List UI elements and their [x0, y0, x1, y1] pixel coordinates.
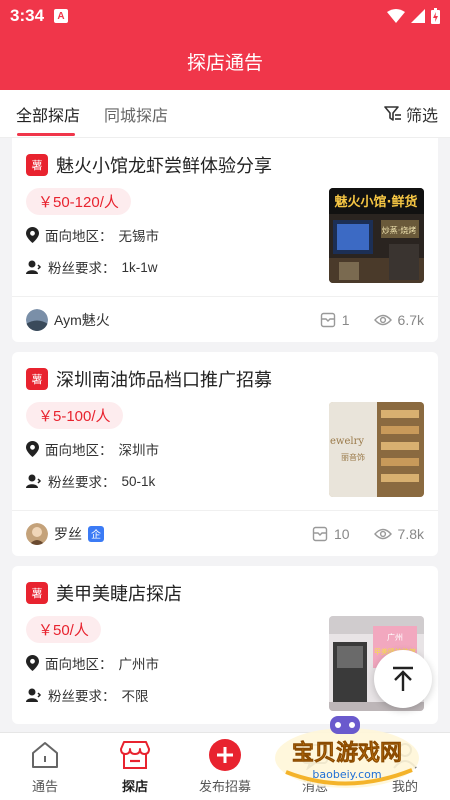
region-value: 无锡市	[118, 229, 160, 244]
platform-tag: 薯	[26, 582, 48, 604]
region-value: 广州市	[118, 657, 160, 672]
tab-all-shops[interactable]: 全部探店	[0, 90, 92, 138]
eye-icon	[373, 528, 392, 539]
verified-badge: 企	[88, 525, 104, 542]
fans-value: 50-1k	[121, 473, 156, 489]
user-name: 罗丝	[54, 525, 82, 542]
view-count: 7.8k	[397, 525, 424, 542]
user-name: Aym魅火	[54, 311, 110, 328]
nav-label: 发布招募	[198, 779, 251, 794]
nav-item-publish[interactable]: 发布招募	[180, 733, 270, 800]
status-time: 3:34	[10, 6, 45, 25]
nav-item-shops[interactable]: 探店	[90, 733, 180, 800]
filter-label: 筛选	[405, 107, 438, 125]
thumb-sign-text: ewelry	[330, 436, 364, 447]
nav-label: 通告	[31, 779, 58, 794]
wifi-icon	[387, 9, 405, 23]
region-label: 面向地区：	[45, 229, 113, 244]
app-bar: 探店通告	[0, 32, 450, 90]
card-title: 美甲美睫店探店	[56, 584, 182, 604]
price-badge: ￥5-100/人	[26, 402, 123, 429]
fans-label: 粉丝要求：	[48, 689, 116, 704]
card-title: 深圳南油饰品档口推广招募	[56, 370, 272, 390]
arrow-up-icon	[393, 666, 413, 691]
apply-icon	[312, 526, 328, 541]
region-value: 深圳市	[118, 443, 160, 458]
tab-label: 同城探店	[104, 107, 169, 125]
location-pin-icon	[26, 655, 39, 671]
avatar	[26, 522, 48, 545]
shop-card[interactable]: 薯 美甲美睫店探店 ￥50/人 面向地区： 广州市 粉丝要求： 不限 广州	[12, 566, 438, 724]
region-label: 面向地区：	[45, 657, 113, 672]
page-title: 探店通告	[186, 52, 263, 74]
filter-icon	[384, 105, 401, 121]
price-badge: ￥50-120/人	[26, 188, 131, 215]
signal-icon	[411, 9, 425, 23]
back-to-top-button[interactable]	[374, 650, 432, 708]
shop-thumbnail[interactable]: 魅火小馆·鲜货 炒蒸·烧烤	[329, 188, 424, 283]
card-title: 魅火小馆龙虾尝鲜体验分享	[56, 156, 272, 176]
fans-icon	[26, 260, 42, 274]
view-count: 6.7k	[397, 311, 424, 328]
fans-value: 1k-1w	[121, 259, 158, 275]
location-pin-icon	[26, 227, 39, 243]
battery-icon	[431, 8, 440, 24]
filter-button[interactable]: 筛选	[384, 102, 438, 126]
tab-label: 全部探店	[16, 107, 81, 125]
apply-icon	[320, 312, 335, 327]
shop-card[interactable]: 薯 深圳南油饰品档口推广招募 ￥5-100/人 面向地区： 深圳市 粉丝要求： …	[12, 352, 438, 556]
watermark-url: baobeiy.com	[312, 768, 381, 781]
fans-value: 不限	[121, 689, 149, 704]
apply-count: 1	[341, 311, 350, 328]
apply-count: 10	[333, 525, 350, 542]
location-pin-icon	[26, 441, 39, 457]
platform-tag: 薯	[26, 368, 48, 390]
eye-icon	[373, 314, 392, 325]
fans-label: 粉丝要求：	[48, 475, 116, 490]
status-bar: 3:34 A	[0, 0, 450, 32]
notification-icon: A	[54, 9, 69, 23]
thumb-sub-text: 丽音饰	[341, 452, 365, 462]
watermark-title: 宝贝游戏网	[292, 740, 402, 766]
shop-list[interactable]: 薯 魅火小馆龙虾尝鲜体验分享 ￥50-120/人 面向地区： 无锡市 粉丝要求：…	[0, 138, 450, 732]
shop-thumbnail[interactable]: ewelry 丽音饰	[329, 402, 424, 497]
avatar	[26, 308, 48, 331]
fans-label: 粉丝要求：	[48, 261, 116, 276]
thumb-sign-text: 魅火小馆·鲜货	[335, 194, 418, 210]
tab-bar: 全部探店 同城探店 筛选	[0, 90, 450, 138]
plus-icon	[208, 738, 242, 772]
region-label: 面向地区：	[45, 443, 113, 458]
home-icon	[28, 738, 62, 772]
nav-item-notices[interactable]: 通告	[0, 733, 90, 800]
fans-icon	[26, 474, 42, 488]
thumb-sign-text: 广州	[387, 632, 403, 642]
fans-icon	[26, 688, 42, 702]
nav-label: 探店	[121, 779, 148, 794]
price-badge: ￥50/人	[26, 616, 101, 643]
thumb-sub-text: 炒蒸·烧烤	[382, 225, 417, 235]
watermark-logo: 宝贝游戏网 baobeiy.com	[275, 716, 419, 788]
platform-tag: 薯	[26, 154, 48, 176]
shop-card[interactable]: 薯 魅火小馆龙虾尝鲜体验分享 ￥50-120/人 面向地区： 无锡市 粉丝要求：…	[12, 138, 438, 342]
store-icon	[118, 738, 152, 772]
tab-local-shops[interactable]: 同城探店	[92, 90, 180, 138]
